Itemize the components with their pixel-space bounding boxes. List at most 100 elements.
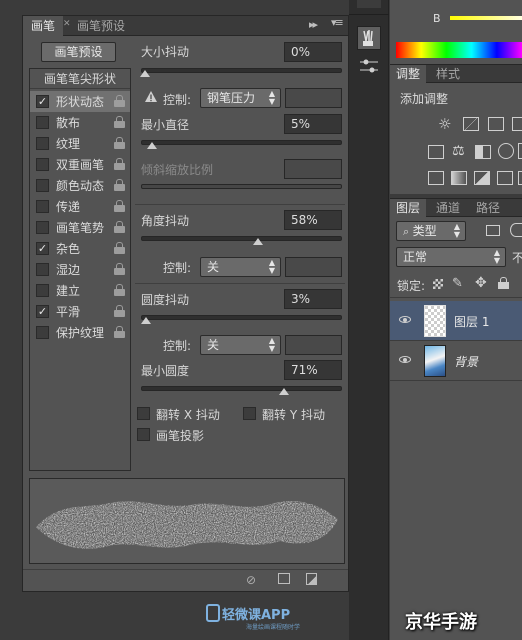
- lock-icon[interactable]: [114, 221, 125, 233]
- layer-kind-filter[interactable]: ⌕ 类型 ▲ ▼: [396, 221, 466, 241]
- checkbox-box[interactable]: [137, 407, 150, 420]
- brush-option-noise[interactable]: ✓ 杂色: [30, 238, 130, 259]
- visibility-eye-icon[interactable]: [399, 356, 411, 363]
- channel-mixer-icon[interactable]: [518, 143, 522, 159]
- brush-presets-icon[interactable]: [357, 56, 381, 78]
- roundness-jitter-slider[interactable]: [141, 313, 342, 327]
- brush-panel-icon[interactable]: [357, 26, 381, 50]
- brush-presets-button[interactable]: 画笔预设: [41, 42, 116, 62]
- lock-image-icon[interactable]: ✎: [452, 276, 463, 291]
- layer-row-layer1[interactable]: 图层 1: [390, 301, 522, 341]
- brush-option-scattering[interactable]: 散布: [30, 112, 130, 133]
- checkbox-box[interactable]: [36, 158, 49, 171]
- visibility-eye-icon[interactable]: [399, 316, 411, 323]
- lock-icon[interactable]: [114, 242, 125, 254]
- checkbox-box[interactable]: [36, 200, 49, 213]
- slider-thumb[interactable]: [279, 388, 289, 395]
- brush-grid-icon[interactable]: [278, 573, 290, 584]
- control-dropdown[interactable]: 钢笔压力 ▲ ▼: [200, 88, 281, 108]
- brush-option-wet-edges[interactable]: 湿边: [30, 259, 130, 280]
- checkbox-box[interactable]: [243, 407, 256, 420]
- flip-x-jitter-checkbox[interactable]: 翻转 X 抖动: [137, 405, 237, 423]
- color-spectrum-bar[interactable]: [396, 42, 522, 58]
- blue-channel-slider[interactable]: [450, 16, 522, 20]
- brush-option-smoothing[interactable]: ✓ 平滑: [30, 301, 130, 322]
- layer-name[interactable]: 背景: [454, 353, 478, 370]
- tab-styles[interactable]: 样式: [430, 65, 466, 83]
- tab-layers[interactable]: 图层: [390, 199, 427, 217]
- strip-top-icon[interactable]: [357, 0, 381, 8]
- tab-paths[interactable]: 路径: [470, 199, 506, 217]
- brush-option-texture[interactable]: 纹理: [30, 133, 130, 154]
- lock-icon[interactable]: [114, 95, 125, 107]
- adjustment-filter-icon[interactable]: [510, 223, 522, 237]
- angle-jitter-value[interactable]: 58%: [284, 210, 342, 230]
- panel-menu-icon[interactable]: ▾≡: [331, 16, 344, 29]
- exposure-icon[interactable]: [512, 117, 522, 131]
- lock-icon[interactable]: [114, 263, 125, 275]
- brush-option-transfer[interactable]: 传递: [30, 196, 130, 217]
- lock-all-icon[interactable]: [498, 277, 509, 289]
- color-balance-icon[interactable]: ⚖: [452, 143, 465, 159]
- brush-option-build-up[interactable]: 建立: [30, 280, 130, 301]
- slider-thumb[interactable]: [140, 70, 150, 77]
- photo-filter-icon[interactable]: [498, 143, 514, 159]
- tab-channels[interactable]: 通道: [430, 199, 466, 217]
- brightness-icon[interactable]: ☼: [438, 115, 451, 133]
- checkbox-box[interactable]: [36, 326, 49, 339]
- checkbox-box[interactable]: [36, 116, 49, 129]
- slider-thumb[interactable]: [147, 142, 157, 149]
- lock-icon[interactable]: [114, 305, 125, 317]
- checkbox-box[interactable]: [137, 428, 150, 441]
- control-dropdown[interactable]: 关 ▲ ▼: [200, 335, 281, 355]
- brush-option-shape-dynamics[interactable]: ✓ 形状动态: [30, 91, 130, 112]
- tab-brush-presets[interactable]: 画笔预设: [69, 16, 133, 36]
- min-roundness-slider[interactable]: [141, 384, 342, 398]
- flip-y-jitter-checkbox[interactable]: 翻转 Y 抖动: [243, 405, 343, 423]
- toggle-brush-preview-icon[interactable]: ⊘: [246, 573, 256, 587]
- layer-name[interactable]: 图层 1: [454, 313, 489, 330]
- checkbox-box[interactable]: ✓: [36, 242, 49, 255]
- min-diameter-value[interactable]: 5%: [284, 114, 342, 134]
- brush-tip-shape-item[interactable]: 画笔笔尖形状: [30, 69, 130, 89]
- image-filter-icon[interactable]: [486, 225, 500, 236]
- brush-option-dual-brush[interactable]: 双重画笔: [30, 154, 130, 175]
- size-jitter-slider[interactable]: [140, 66, 342, 80]
- new-brush-icon[interactable]: [306, 573, 317, 585]
- checkbox-box[interactable]: [36, 179, 49, 192]
- posterize-icon[interactable]: [451, 171, 467, 185]
- checkbox-box[interactable]: [36, 284, 49, 297]
- tab-adjustments[interactable]: 调整: [390, 65, 427, 83]
- threshold-icon[interactable]: [474, 171, 490, 185]
- lock-position-icon[interactable]: ✥: [475, 275, 487, 291]
- selective-color-icon[interactable]: [497, 171, 513, 185]
- invert-icon[interactable]: [428, 171, 444, 185]
- tab-brush[interactable]: 画笔: [23, 16, 64, 36]
- lock-icon[interactable]: [114, 158, 125, 170]
- checkbox-box[interactable]: ✓: [36, 95, 49, 108]
- control-dropdown[interactable]: 关 ▲ ▼: [200, 257, 281, 277]
- brush-option-brush-pose[interactable]: 画笔笔势: [30, 217, 130, 238]
- layer-row-background[interactable]: 背景: [390, 341, 522, 381]
- slider-thumb[interactable]: [141, 317, 151, 324]
- lock-icon[interactable]: [114, 200, 125, 212]
- gradient-map-icon[interactable]: [518, 171, 522, 185]
- size-jitter-value[interactable]: 0%: [284, 42, 342, 62]
- brush-option-protect-texture[interactable]: 保护纹理: [30, 322, 130, 343]
- levels-icon[interactable]: [463, 117, 479, 131]
- lock-icon[interactable]: [114, 326, 125, 338]
- roundness-jitter-value[interactable]: 3%: [284, 289, 342, 309]
- lock-icon[interactable]: [114, 284, 125, 296]
- lock-transparent-icon[interactable]: [433, 279, 443, 289]
- lock-icon[interactable]: [114, 179, 125, 191]
- checkbox-box[interactable]: ✓: [36, 305, 49, 318]
- lock-icon[interactable]: [114, 137, 125, 149]
- vibrance-icon[interactable]: [428, 145, 444, 159]
- slider-thumb[interactable]: [253, 238, 263, 245]
- blend-mode-dropdown[interactable]: 正常 ▲ ▼: [396, 247, 506, 267]
- lock-icon[interactable]: [114, 116, 125, 128]
- curves-icon[interactable]: [488, 117, 504, 131]
- checkbox-box[interactable]: [36, 137, 49, 150]
- collapse-icon[interactable]: ▸▸: [309, 18, 318, 31]
- min-roundness-value[interactable]: 71%: [284, 360, 342, 380]
